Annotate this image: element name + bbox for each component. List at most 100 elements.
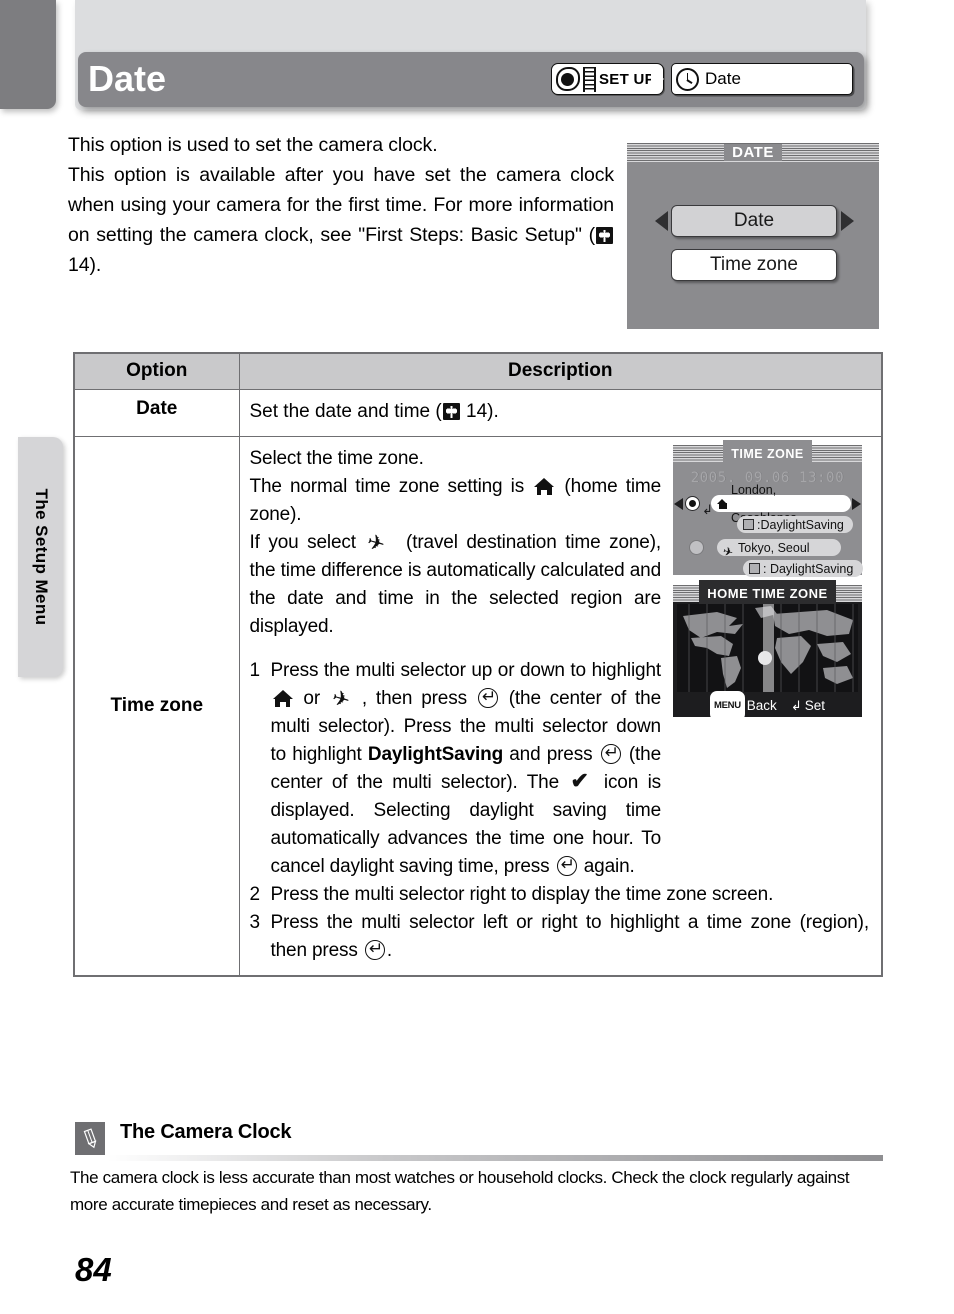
page-title: Date — [88, 58, 167, 99]
s3-t2: . — [386, 940, 392, 961]
step-number: 2 — [249, 884, 261, 905]
time-zone-screen: TIME ZONE 2005. 09.06 13:00 ↲ London, Ca… — [673, 439, 863, 577]
time-zone-step-1: 1 Press the multi selector up or down to… — [250, 657, 662, 881]
pencil-note-icon — [75, 1122, 105, 1155]
chapter-tab-label: The Setup Menu — [31, 488, 51, 626]
s1-t1: Press the multi selector up or down to h… — [270, 660, 662, 681]
world-map-image: London, Casablanca ◂▸ — [677, 604, 858, 692]
intro-body-text-b: 14). — [68, 254, 102, 276]
date-screen-item-date[interactable]: Date — [671, 205, 837, 237]
home-time-zone-screen-title-bar: HOME TIME ZONE — [673, 579, 862, 608]
enter-button-icon — [600, 741, 621, 765]
travel-daylight-saving-label: : DaylightSaving — [763, 561, 854, 576]
enter-icon: ↲ — [790, 698, 802, 713]
travel-daylight-saving-pill[interactable]: : DaylightSaving — [743, 560, 863, 577]
back-control[interactable]: MENU Back — [710, 691, 777, 721]
breadcrumb-date-label: Date — [705, 69, 741, 88]
note-body: The camera clock is less accurate than m… — [70, 1168, 850, 1214]
time-zone-step-3: 3 Press the multi selector left or right… — [250, 909, 870, 965]
table-cell-description-date: Set the date and time ( 14). — [238, 389, 883, 437]
home-city-pill[interactable]: London, Casablanca — [711, 483, 851, 525]
s1-t6: and press — [503, 744, 599, 765]
home-time-zone-screen: HOME TIME ZONE MENU Back ↲ Set — [673, 579, 862, 721]
table-header-description: Description — [238, 352, 883, 390]
home-icon — [717, 498, 728, 509]
s1-t2: or — [294, 688, 329, 709]
enter-button-icon — [556, 853, 577, 877]
date-desc-text-a: Set the date and time ( — [249, 401, 442, 422]
note-divider — [108, 1155, 883, 1161]
date-screen-item-time-zone[interactable]: Time zone — [671, 249, 837, 281]
s1-bold-term: DaylightSaving — [367, 744, 504, 765]
time-zone-step-2: 2 Press the multi selector right to disp… — [250, 881, 870, 909]
date-screen-title: DATE — [724, 144, 782, 161]
table-row: Time zone TIME ZONE 2005. 09.06 13:00 ↲ … — [73, 436, 883, 977]
step-text: Press the multi selector up or down to h… — [271, 657, 662, 881]
table-cell-option-time-zone: Time zone — [73, 436, 240, 977]
airplane-icon — [367, 535, 394, 551]
tz-p3-text-a: If you select — [249, 532, 365, 553]
page-reference-icon — [442, 403, 460, 420]
home-icon — [272, 690, 293, 707]
right-arrow-icon — [852, 498, 861, 510]
date-screen-title-bar: DATE — [627, 143, 879, 162]
airplane-icon — [332, 691, 359, 707]
left-edge-tab — [0, 0, 56, 109]
time-zone-travel-daylight-row: : DaylightSaving — [673, 560, 863, 581]
travel-radio-unselected[interactable] — [689, 540, 704, 555]
intro-body: This option is available after you have … — [68, 160, 614, 280]
airplane-icon — [723, 542, 736, 553]
left-arrow-icon — [674, 498, 683, 510]
time-zone-screen-title: TIME ZONE — [723, 439, 812, 468]
camera-mode-dial-icon — [555, 66, 581, 92]
enter-button-icon — [364, 937, 385, 961]
check-mark-icon — [570, 767, 592, 795]
set-control[interactable]: ↲ Set — [791, 692, 825, 720]
date-desc-text-b: 14). — [460, 401, 499, 422]
date-menu-screen: DATE Date Time zone — [627, 143, 879, 329]
film-strip-icon — [583, 66, 596, 92]
checkbox-icon[interactable] — [743, 519, 754, 530]
note-title: The Camera Clock — [120, 1121, 292, 1143]
breadcrumb-setup-chip[interactable]: SET UP — [551, 63, 664, 95]
s1-t3: , then press — [361, 688, 476, 709]
right-arrow-icon — [841, 211, 854, 231]
travel-city-pill[interactable]: Tokyo, Seoul — [717, 539, 841, 556]
intro-paragraph: This option is used to set the camera cl… — [68, 130, 614, 280]
s3-t1: Press the multi selector left or right t… — [270, 912, 870, 961]
set-label: Set — [804, 698, 825, 713]
checkbox-icon[interactable] — [749, 563, 760, 574]
step-number: 1 — [249, 660, 261, 681]
step-text: Press the multi selector right to displa… — [270, 884, 774, 905]
home-radio-selected[interactable] — [685, 496, 700, 511]
option-description-table: Option Description Date Set the date and… — [73, 352, 883, 977]
step-text: Press the multi selector left or right t… — [271, 909, 870, 965]
screen-illustrations: TIME ZONE 2005. 09.06 13:00 ↲ London, Ca… — [673, 439, 869, 721]
breadcrumb-date-chip[interactable]: Date — [671, 63, 853, 95]
selected-time-zone-band — [763, 604, 774, 692]
page-reference-icon — [596, 227, 613, 244]
tz-p2-text-a: The normal time zone setting is — [249, 476, 533, 497]
intro-line-1: This option is used to set the camera cl… — [68, 134, 438, 156]
enter-button-icon — [477, 685, 498, 709]
page-number: 84 — [75, 1251, 112, 1288]
intro-body-text-a: This option is available after you have … — [68, 164, 614, 246]
table-header-row: Option Description — [73, 352, 883, 390]
clock-icon — [676, 67, 699, 91]
step-number: 3 — [249, 912, 261, 933]
home-time-zone-screen-footer: MENU Back ↲ Set — [673, 691, 862, 721]
breadcrumb-arrow-icon — [651, 68, 664, 90]
table-header-option: Option — [73, 352, 240, 390]
chapter-tab-setup-menu: The Setup Menu — [18, 437, 63, 677]
table-row: Date Set the date and time ( 14). — [73, 389, 883, 437]
back-label: Back — [746, 698, 777, 713]
table-cell-option-date: Date — [73, 389, 240, 437]
home-daylight-saving-pill[interactable]: :DaylightSaving — [737, 516, 853, 533]
table-cell-description-time-zone: TIME ZONE 2005. 09.06 13:00 ↲ London, Ca… — [238, 436, 883, 977]
home-icon — [534, 478, 555, 495]
s1-t9: again. — [578, 856, 635, 877]
left-arrow-icon — [655, 211, 668, 231]
breadcrumb-setup-label: SET UP — [599, 70, 655, 88]
menu-button-icon: MENU — [710, 691, 745, 721]
time-zone-screen-title-bar: TIME ZONE — [673, 439, 862, 468]
